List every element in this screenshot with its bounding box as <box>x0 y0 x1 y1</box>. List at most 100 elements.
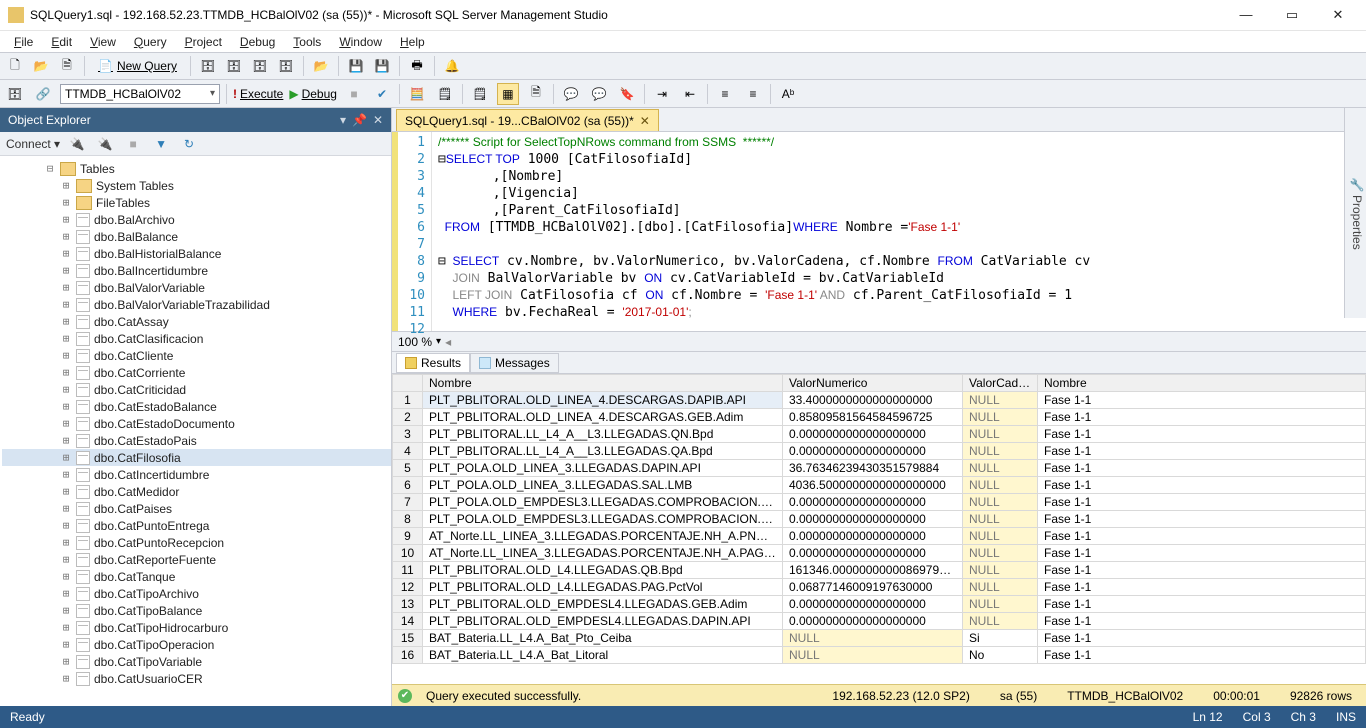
db3-icon[interactable]: 🗄 <box>249 55 271 77</box>
tree-item[interactable]: ⊞dbo.CatPuntoRecepcion <box>2 534 391 551</box>
parse-icon[interactable]: ✔ <box>371 83 393 105</box>
tree-item[interactable]: ⊟Tables <box>2 160 391 177</box>
menu-query[interactable]: Query <box>126 33 175 51</box>
menu-edit[interactable]: Edit <box>43 33 80 51</box>
tree-item[interactable]: ⊞dbo.BalBalance <box>2 228 391 245</box>
main-area: Object Explorer ▾ 📌 ✕ Connect ▾ 🔌 🔌 ■ ▼ … <box>0 108 1366 706</box>
tree-item[interactable]: ⊞dbo.CatEstadoBalance <box>2 398 391 415</box>
to-grid-icon[interactable]: ▦ <box>497 83 519 105</box>
tree-item[interactable]: ⊞dbo.BalValorVariableTrazabilidad <box>2 296 391 313</box>
case-icon[interactable]: Aᵇ <box>777 83 799 105</box>
est-plan-icon[interactable]: 🧮 <box>406 83 428 105</box>
tree-item[interactable]: ⊞FileTables <box>2 194 391 211</box>
plug-icon[interactable]: 🔌 <box>66 133 88 155</box>
add-file-icon[interactable]: 🗎 <box>56 55 78 77</box>
menu-help[interactable]: Help <box>392 33 433 51</box>
stop-icon[interactable]: ■ <box>343 83 365 105</box>
tab-results[interactable]: Results <box>396 353 470 373</box>
db-icon[interactable]: 🗄 <box>197 55 219 77</box>
change-conn-icon[interactable]: 🔗 <box>32 83 54 105</box>
bookmark-icon[interactable]: 🔖 <box>616 83 638 105</box>
refresh-icon[interactable]: ↻ <box>178 133 200 155</box>
tree-item[interactable]: ⊞dbo.BalArchivo <box>2 211 391 228</box>
tree-item[interactable]: ⊞dbo.CatUsuarioCER <box>2 670 391 687</box>
tree-item[interactable]: ⊞dbo.CatCorriente <box>2 364 391 381</box>
stop2-icon[interactable]: ■ <box>122 133 144 155</box>
menu-window[interactable]: Window <box>331 33 390 51</box>
new-project-icon[interactable]: 🗋 <box>4 55 26 77</box>
menu-tools[interactable]: Tools <box>285 33 329 51</box>
tab-sqlquery1[interactable]: SQLQuery1.sql - 19...CBalOlV02 (sa (55))… <box>396 109 659 131</box>
print-icon[interactable]: 🖶 <box>406 55 428 77</box>
tab-label: SQLQuery1.sql - 19...CBalOlV02 (sa (55))… <box>405 114 634 128</box>
zoom-caret-icon[interactable]: ▾ <box>436 336 441 347</box>
connect-button[interactable]: Connect ▾ <box>6 137 60 151</box>
tree-item[interactable]: ⊞dbo.CatTipoOperacion <box>2 636 391 653</box>
menu-project[interactable]: Project <box>177 33 230 51</box>
filter-icon[interactable]: ▼ <box>150 133 172 155</box>
code-editor[interactable]: 123456789101112 /****** Script for Selec… <box>392 132 1366 332</box>
dropdown-icon[interactable]: ▾ <box>340 113 346 127</box>
tree-item[interactable]: ⊞dbo.CatTanque <box>2 568 391 585</box>
db2-icon[interactable]: 🗄 <box>223 55 245 77</box>
comment-icon[interactable]: 💬 <box>560 83 582 105</box>
object-tree[interactable]: ⊟Tables⊞System Tables⊞FileTables⊞dbo.Bal… <box>0 156 391 706</box>
save-icon[interactable]: 💾 <box>345 55 367 77</box>
opts-icon[interactable]: 🗒 <box>434 83 456 105</box>
tree-item[interactable]: ⊞dbo.BalValorVariable <box>2 279 391 296</box>
to-file-icon[interactable]: 🗎 <box>525 83 547 105</box>
menu-view[interactable]: View <box>82 33 124 51</box>
tree-item[interactable]: ⊞dbo.CatPaises <box>2 500 391 517</box>
tree-item[interactable]: ⊞dbo.CatCriticidad <box>2 381 391 398</box>
outdent-icon[interactable]: ⇤ <box>679 83 701 105</box>
new-query-button[interactable]: 📄 New Query <box>91 55 184 77</box>
minimize-button[interactable]: — <box>1232 7 1260 23</box>
uncomment-icon[interactable]: 💬 <box>588 83 610 105</box>
tree-item[interactable]: ⊞dbo.CatReporteFuente <box>2 551 391 568</box>
tree-item[interactable]: ⊞dbo.CatEstadoPais <box>2 432 391 449</box>
save-all-icon[interactable]: 💾 <box>371 55 393 77</box>
debug-button[interactable]: ▶ Debug <box>289 87 337 101</box>
menu-file[interactable]: File <box>6 33 41 51</box>
tree-item[interactable]: ⊞dbo.CatClasificacion <box>2 330 391 347</box>
tree-item[interactable]: ⊞dbo.CatIncertidumbre <box>2 466 391 483</box>
activity-icon[interactable]: 🔔 <box>441 55 463 77</box>
tree-item[interactable]: ⊞System Tables <box>2 177 391 194</box>
tree-item[interactable]: ⊞dbo.CatTipoHidrocarburo <box>2 619 391 636</box>
app-icon <box>8 7 24 23</box>
open-file-icon[interactable]: 📂 <box>310 55 332 77</box>
tree-item[interactable]: ⊞dbo.CatPuntoEntrega <box>2 517 391 534</box>
tree-item[interactable]: ⊞dbo.BalHistorialBalance <box>2 245 391 262</box>
disconnect-icon[interactable]: 🔌 <box>94 133 116 155</box>
tree-item[interactable]: ⊞dbo.CatAssay <box>2 313 391 330</box>
pin-icon[interactable]: 📌 <box>352 113 367 127</box>
tree-item[interactable]: ⊞dbo.CatMedidor <box>2 483 391 500</box>
maximize-button[interactable]: ▭ <box>1278 7 1306 23</box>
close-tab-icon[interactable]: ✕ <box>640 114 650 128</box>
status-user: sa (55) <box>992 689 1045 703</box>
properties-pane-tab[interactable]: 🔧 Properties <box>1344 108 1366 318</box>
menu-debug[interactable]: Debug <box>232 33 283 51</box>
tab-messages[interactable]: Messages <box>470 353 559 373</box>
tree-item[interactable]: ⊞dbo.CatCliente <box>2 347 391 364</box>
use-db-icon[interactable]: 🗄 <box>4 83 26 105</box>
specify2-icon[interactable]: ≡ <box>742 83 764 105</box>
tree-item[interactable]: ⊞dbo.BalIncertidumbre <box>2 262 391 279</box>
database-combo[interactable]: TTMDB_HCBalOlV02 ▾ <box>60 84 220 104</box>
open-icon[interactable]: 📂 <box>30 55 52 77</box>
specify-icon[interactable]: ≡ <box>714 83 736 105</box>
tree-item[interactable]: ⊞dbo.CatTipoVariable <box>2 653 391 670</box>
execute-button[interactable]: ! Execute <box>233 87 283 101</box>
tree-item[interactable]: ⊞dbo.CatTipoBalance <box>2 602 391 619</box>
close-pane-icon[interactable]: ✕ <box>373 113 383 127</box>
indent-icon[interactable]: ⇥ <box>651 83 673 105</box>
tree-item[interactable]: ⊞dbo.CatFilosofia <box>2 449 391 466</box>
code-text[interactable]: /****** Script for SelectTopNRows comman… <box>432 132 1366 331</box>
results-grid[interactable]: NombreValorNumericoValorCade...Nombre1PL… <box>392 374 1366 684</box>
tree-item[interactable]: ⊞dbo.CatTipoArchivo <box>2 585 391 602</box>
toolbar-main: 🗋 📂 🗎 📄 New Query 🗄 🗄 🗄 🗄 📂 💾 💾 🖶 🔔 <box>0 52 1366 80</box>
tree-item[interactable]: ⊞dbo.CatEstadoDocumento <box>2 415 391 432</box>
db4-icon[interactable]: 🗄 <box>275 55 297 77</box>
close-button[interactable]: ✕ <box>1324 7 1352 23</box>
to-text-icon[interactable]: 🗒 <box>469 83 491 105</box>
